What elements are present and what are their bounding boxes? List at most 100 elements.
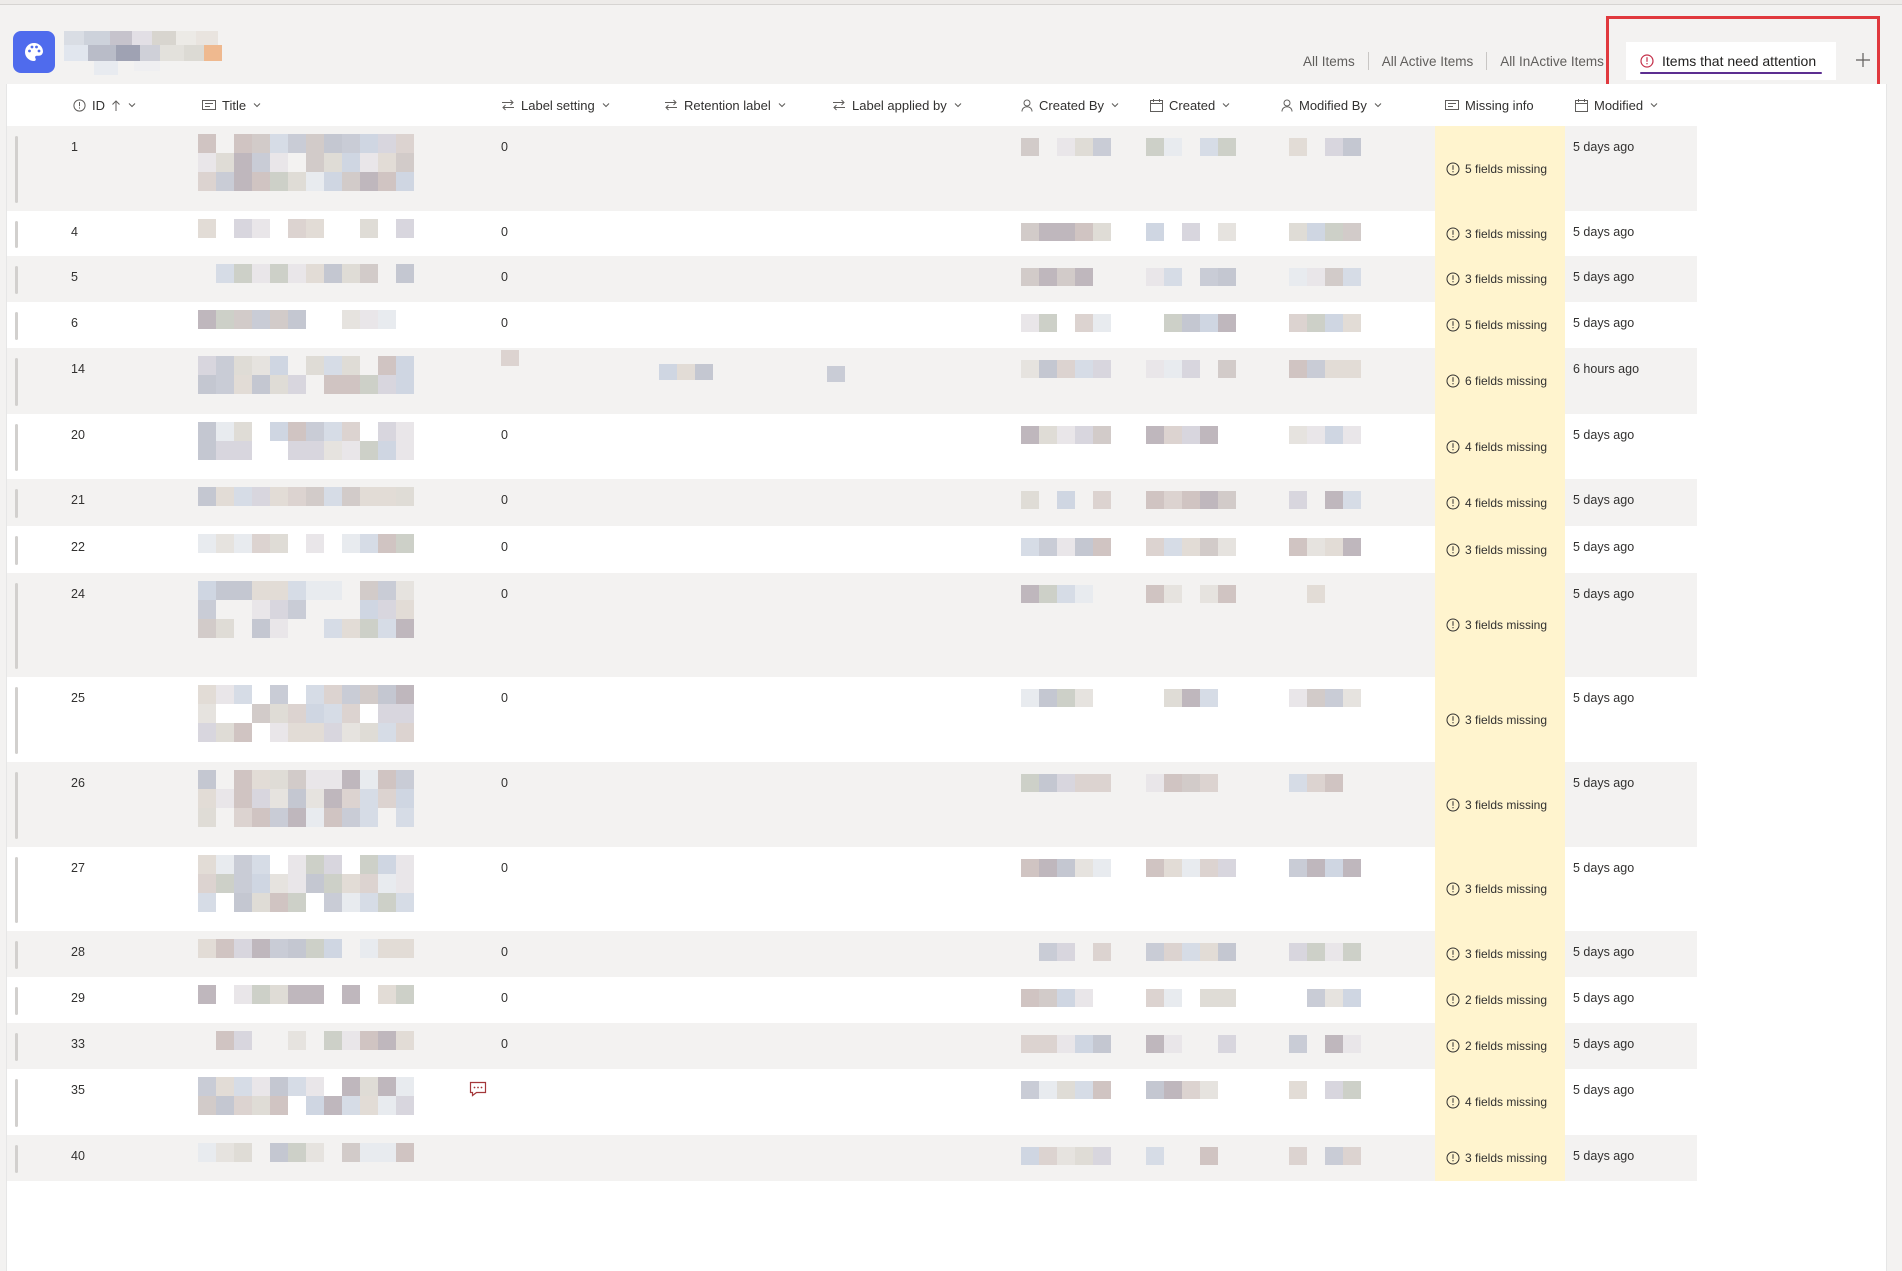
row-selection-bar[interactable] [15,424,18,471]
table-row[interactable]: 22 0 3 fields missing 5 days ago [7,526,1697,573]
column-header-modified-by[interactable]: Modified By [1281,84,1383,126]
cell-modified: 5 days ago [1573,1083,1635,1097]
cell-missing-info[interactable]: 3 fields missing [1435,762,1565,847]
cell-missing-info[interactable]: 3 fields missing [1435,677,1565,762]
cell-missing-info[interactable]: 3 fields missing [1435,526,1565,573]
column-header-created[interactable]: Created [1150,84,1231,126]
missing-info-label: 3 fields missing [1465,542,1548,557]
tab-all-inactive-items[interactable]: All InActive Items [1487,54,1617,69]
missing-info-label: 5 fields missing [1465,318,1548,332]
table-row[interactable]: 24 0 3 fields missing 5 days ago [7,573,1697,677]
table-row[interactable]: 403 fields missing5 days ago [7,211,1697,256]
row-selection-bar[interactable] [15,136,18,203]
row-selection-bar[interactable] [15,941,18,969]
cell-label-setting: 0 [501,270,508,284]
table-row[interactable]: 26 0 3 fields missing 5 days ago [7,762,1697,847]
info-circle-icon [1446,227,1460,240]
cell-label-setting: 0 [501,776,508,790]
info-circle-icon [1446,1095,1460,1109]
add-view-button[interactable] [1852,49,1874,71]
column-header-retention-label[interactable]: Retention label [664,84,787,126]
row-selection-bar[interactable] [15,1145,18,1173]
table-row[interactable]: 27 0 3 fields missing 5 days ago [7,847,1697,931]
swap-icon [502,99,514,111]
row-selection-bar[interactable] [15,221,18,248]
cell-modified: 5 days ago [1573,428,1635,442]
text-field-icon [1445,100,1459,110]
cell-missing-info[interactable]: 5 fields missing [1435,302,1565,348]
table-row[interactable]: 20 0 4 fields missing 5 days ago [7,414,1697,479]
chevron-down-icon [778,103,786,108]
column-header-id[interactable]: ID [73,84,137,126]
row-selection-bar[interactable] [15,489,18,518]
swap-icon [833,99,845,111]
column-header-missing-info[interactable]: Missing info [1445,84,1534,126]
comment-icon[interactable] [469,1081,487,1097]
missing-info-label: 3 fields missing [1465,947,1548,961]
cell-label-setting: 0 [501,991,508,1005]
cell-missing-info[interactable]: 6 fields missing [1435,348,1565,414]
row-selection-bar[interactable] [15,536,18,565]
missing-info-label: 3 fields missing [1465,1151,1548,1165]
row-selection-bar[interactable] [15,312,18,340]
cell-modified: 5 days ago [1573,945,1635,959]
cell-missing-info[interactable]: 3 fields missing [1435,211,1565,256]
cell-label-setting: 0 [501,587,508,601]
column-header-created-by[interactable]: Created By [1021,84,1120,126]
column-header-label-applied-by[interactable]: Label applied by [832,84,963,126]
missing-info-label: 3 fields missing [1465,797,1548,812]
row-selection-bar[interactable] [15,1079,18,1127]
cell-missing-info[interactable]: 4 fields missing [1435,1069,1565,1135]
cell-label-setting: 0 [501,140,508,154]
row-selection-bar[interactable] [15,857,18,923]
missing-info-label: 5 fields missing [1465,161,1548,176]
column-header-title[interactable]: Title [202,84,262,126]
row-selection-bar[interactable] [15,687,18,754]
cell-missing-info[interactable]: 5 fields missing [1435,126,1565,211]
cell-missing-info[interactable]: 2 fields missing [1435,977,1565,1023]
cell-id: 29 [71,991,85,1005]
cell-missing-info[interactable]: 4 fields missing [1435,414,1565,479]
cell-label-setting: 0 [501,428,508,442]
cell-label-setting: 0 [501,493,508,507]
table-row[interactable]: 1 0 5 fields missing 5 days ago [7,126,1697,211]
cell-missing-info[interactable]: 3 fields missing [1435,573,1565,677]
table-row[interactable]: 28 0 3 fields missing 5 days ago [7,931,1697,977]
row-selection-bar[interactable] [15,358,18,406]
table-row[interactable]: 5 0 3 fields missing 5 days ago [7,256,1697,302]
app-icon[interactable] [13,31,55,73]
active-tab-underline [1640,72,1822,74]
table-row[interactable]: 6 0 5 fields missing 5 days ago [7,302,1697,348]
table-row[interactable]: 35 4 fields missing 5 days ago [7,1069,1697,1135]
list-view: ID Title Label setting Retention label L… [6,84,1887,1271]
cell-missing-info[interactable]: 2 fields missing [1435,1023,1565,1069]
table-row[interactable]: 14 6 fields missing 6 hours ago [7,348,1697,414]
table-row[interactable]: 29 0 2 fields missing 5 days ago [7,977,1697,1023]
cell-missing-info[interactable]: 3 fields missing [1435,847,1565,931]
row-selection-bar[interactable] [15,772,18,839]
cell-missing-info[interactable]: 3 fields missing [1435,1135,1565,1181]
cell-missing-info[interactable]: 4 fields missing [1435,479,1565,526]
column-header-modified[interactable]: Modified [1575,84,1659,126]
table-row[interactable]: 33 0 2 fields missing 5 days ago [7,1023,1697,1069]
info-circle-icon [1446,272,1460,286]
cell-missing-info[interactable]: 3 fields missing [1435,256,1565,302]
column-header-label-setting[interactable]: Label setting [501,84,611,126]
row-selection-bar[interactable] [15,266,18,294]
cell-id: 14 [71,362,85,376]
cell-id: 35 [71,1083,85,1097]
column-header-row: ID Title Label setting Retention label L… [7,84,1697,127]
row-selection-bar[interactable] [15,583,18,669]
table-row[interactable]: 21 0 4 fields missing 5 days ago [7,479,1697,526]
tab-items-that-need-attention[interactable]: Items that need attention [1626,42,1836,80]
column-label: Modified By [1299,97,1367,113]
tab-all-items[interactable]: All Items [1290,54,1368,69]
row-selection-bar[interactable] [15,1033,18,1061]
row-selection-bar[interactable] [15,987,18,1015]
cell-id: 26 [71,776,85,790]
tab-all-active-items[interactable]: All Active Items [1369,54,1487,69]
cell-id: 28 [71,945,85,959]
table-row[interactable]: 25 0 3 fields missing 5 days ago [7,677,1697,762]
table-row[interactable]: 403 fields missing5 days ago [7,1135,1697,1181]
cell-missing-info[interactable]: 3 fields missing [1435,931,1565,977]
